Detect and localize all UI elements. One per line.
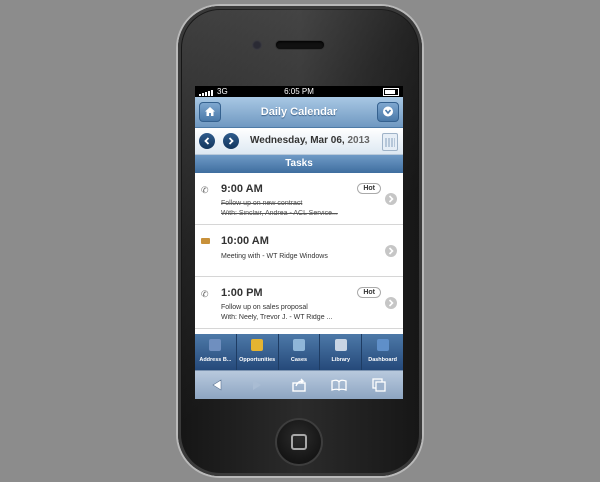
- forward-arrow-icon[interactable]: [249, 378, 265, 392]
- tab-opportunities[interactable]: Opportunities: [237, 334, 279, 370]
- arrow-left-icon: [204, 137, 210, 145]
- status-time: 6:05 PM: [284, 87, 314, 96]
- dashboard-icon: [376, 339, 389, 351]
- home-button[interactable]: [277, 420, 321, 464]
- chevron-right-icon[interactable]: [385, 245, 397, 257]
- task-item[interactable]: ✆ 1:00 PM Hot Follow up on sales proposa…: [195, 277, 403, 329]
- tab-library[interactable]: Library: [320, 334, 363, 370]
- tab-label: Library: [331, 357, 351, 363]
- page-title: Daily Calendar: [260, 106, 338, 118]
- chevron-down-icon: [383, 106, 393, 117]
- tab-label: Opportunities: [239, 357, 276, 363]
- tab-label: Cases: [290, 357, 308, 363]
- chevron-right-icon[interactable]: [385, 297, 397, 309]
- library-icon: [334, 339, 347, 351]
- priority-badge: Hot: [357, 183, 381, 194]
- back-arrow-icon[interactable]: [209, 378, 225, 392]
- opportunities-icon: [251, 339, 264, 351]
- section-header: Tasks: [195, 155, 403, 173]
- task-subject: Follow up on sales proposal: [221, 304, 308, 311]
- calendar-icon: [385, 138, 395, 147]
- calendar-picker-button[interactable]: [382, 133, 398, 151]
- address-book-icon: [209, 339, 222, 351]
- tab-label: Dashboard: [368, 357, 397, 363]
- phone-icon: ✆: [201, 185, 209, 195]
- task-time: 1:00 PM: [221, 287, 263, 299]
- task-time: 9:00 AM: [221, 183, 263, 195]
- menu-dropdown-button[interactable]: [377, 102, 399, 122]
- bookmarks-icon[interactable]: [331, 378, 347, 392]
- phone-icon: ✆: [201, 289, 209, 299]
- priority-badge: Hot: [357, 287, 381, 298]
- current-date: Wednesday, Mar 06, 2013: [250, 135, 370, 146]
- task-contact: With: Sinclair, Andrea - ACL Service...: [221, 210, 338, 217]
- arrow-right-icon: [228, 137, 234, 145]
- browser-toolbar: [195, 370, 403, 399]
- task-contact: With: Neely, Trevor J. - WT Ridge ...: [221, 314, 333, 321]
- tab-label: Address B...: [199, 357, 232, 363]
- chevron-right-icon[interactable]: [385, 193, 397, 205]
- tab-bar: Address B... Opportunities Cases Library…: [195, 334, 403, 370]
- task-item[interactable]: 10:00 AM Meeting with - WT Ridge Windows: [195, 225, 403, 277]
- briefcase-icon: [201, 238, 210, 244]
- tab-cases[interactable]: Cases: [279, 334, 321, 370]
- title-bar: Daily Calendar: [195, 97, 403, 128]
- camera-icon: [252, 40, 262, 50]
- previous-day-button[interactable]: [199, 133, 215, 149]
- phone-screen: 3G 6:05 PM Daily Calendar Wednesday, Mar…: [195, 86, 403, 399]
- battery-icon: [383, 88, 399, 96]
- tab-dashboard[interactable]: Dashboard: [362, 334, 403, 370]
- date-day: Wednesday, Mar 06,: [250, 135, 345, 146]
- share-icon[interactable]: [291, 378, 307, 392]
- date-bar: Wednesday, Mar 06, 2013: [195, 128, 403, 155]
- tabs-pages-icon[interactable]: [371, 378, 387, 392]
- task-subject: Meeting with - WT Ridge Windows: [221, 253, 328, 260]
- next-day-button[interactable]: [223, 133, 239, 149]
- cases-icon: [292, 339, 305, 351]
- tab-address-book[interactable]: Address B...: [195, 334, 237, 370]
- date-year: 2013: [347, 135, 370, 146]
- speaker-grille: [276, 41, 324, 49]
- status-bar: 3G 6:05 PM: [195, 86, 403, 97]
- task-time: 10:00 AM: [221, 235, 269, 247]
- task-subject: Follow up on new contract: [221, 200, 303, 207]
- task-item[interactable]: ✆ 9:00 AM Hot Follow up on new contract …: [195, 173, 403, 225]
